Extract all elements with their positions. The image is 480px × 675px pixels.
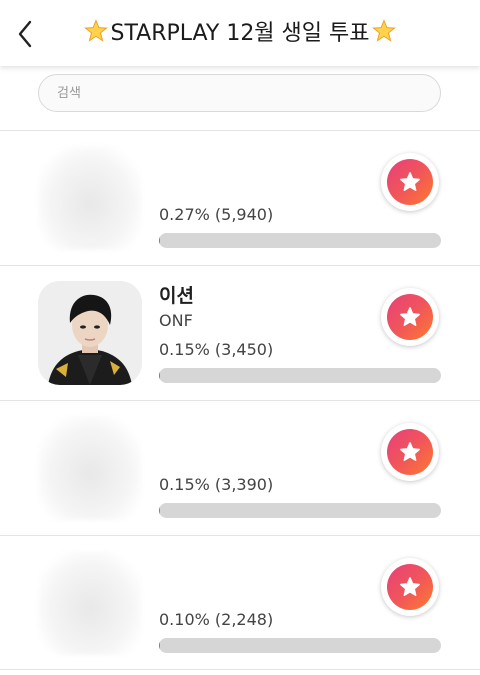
search-bar <box>0 66 480 120</box>
page-title-text: STARPLAY 12월 생일 투표 <box>110 21 370 46</box>
avatar <box>38 281 142 385</box>
page-title: STARPLAY 12월 생일 투표 <box>0 18 480 50</box>
vote-progress-fill <box>159 503 160 518</box>
star-icon <box>400 442 420 461</box>
vote-button[interactable] <box>381 423 439 481</box>
app-header: STARPLAY 12월 생일 투표 <box>0 0 480 66</box>
vote-progress-bar <box>159 503 441 518</box>
vote-progress-fill <box>159 233 160 248</box>
candidate-group: ONF <box>159 311 193 330</box>
avatar <box>38 146 142 250</box>
vote-percent: 0.15% (3,390) <box>159 475 274 494</box>
star-icon <box>400 577 420 596</box>
vote-button-inner <box>387 564 433 610</box>
vote-percent: 0.15% (3,450) <box>159 340 274 359</box>
star-icon <box>400 172 420 191</box>
list-item[interactable]: 이션 ONF 0.15% (3,450) <box>0 265 480 400</box>
vote-percent: 0.27% (5,940) <box>159 205 274 224</box>
vote-button[interactable] <box>381 153 439 211</box>
vote-progress-fill <box>159 638 160 653</box>
search-input[interactable] <box>38 74 441 112</box>
star-emoji-icon <box>84 19 109 42</box>
vote-progress-fill <box>159 368 160 383</box>
vote-percent: 0.10% (2,248) <box>159 610 274 629</box>
star-icon <box>400 307 420 326</box>
vote-progress-bar <box>159 368 441 383</box>
vote-button[interactable] <box>381 288 439 346</box>
vote-progress-bar <box>159 233 441 248</box>
vote-progress-bar <box>159 638 441 653</box>
vote-button[interactable] <box>381 558 439 616</box>
avatar <box>38 416 142 520</box>
list-item[interactable]: 0.10% (2,248) <box>0 535 480 670</box>
list-item[interactable]: 0.15% (3,390) <box>0 400 480 535</box>
star-emoji-icon <box>371 19 396 42</box>
vote-button-inner <box>387 159 433 205</box>
vote-button-inner <box>387 294 433 340</box>
list-item[interactable]: 0.27% (5,940) <box>0 130 480 265</box>
profile-photo <box>38 281 142 385</box>
vote-button-inner <box>387 429 433 475</box>
avatar <box>38 551 142 655</box>
candidate-name: 이션 <box>159 285 194 307</box>
